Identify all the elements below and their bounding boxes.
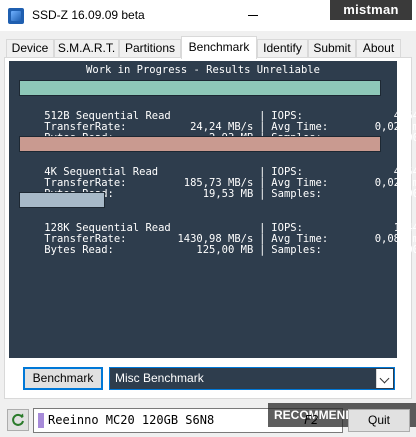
tab-submit[interactable]: Submit: [308, 39, 356, 58]
tab-benchmark[interactable]: Benchmark: [181, 36, 257, 59]
device-name: Reeinno MC20 120GB S6N8: [48, 413, 215, 427]
bytes-read-value: 125,00 MB: [196, 244, 254, 256]
tab-smart[interactable]: S.M.A.R.T.: [54, 39, 119, 58]
tab-about[interactable]: About: [356, 39, 401, 58]
bytes-read-label: Bytes Read:: [44, 244, 114, 256]
chevron-down-icon[interactable]: [376, 369, 393, 388]
samples-label: Samples:: [271, 244, 322, 256]
minimize-button[interactable]: [230, 0, 276, 31]
tab-device[interactable]: Device: [6, 39, 54, 58]
app-icon: [8, 8, 24, 24]
benchmark-type-select[interactable]: Misc Benchmark: [109, 367, 395, 390]
window-title: SSD-Z 16.09.09 beta: [32, 8, 145, 22]
test-row: Bytes Read:125,00 MB|Samples:1000: [19, 234, 416, 267]
progress-bar-4k: [19, 136, 381, 152]
console-header: Work in Progress - Results Unreliable: [86, 64, 320, 76]
progress-bar-512b: [19, 80, 381, 96]
tab-bar: Device S.M.A.R.T. Partitions Benchmark I…: [4, 36, 412, 59]
benchmark-console: Work in Progress - Results Unreliable 51…: [9, 61, 416, 358]
benchmark-type-value: Misc Benchmark: [115, 371, 204, 385]
tab-identify[interactable]: Identify: [257, 39, 308, 58]
samples-value: 1000: [400, 244, 416, 256]
watermark-top: mistman: [330, 0, 412, 20]
device-color-swatch: [38, 413, 44, 428]
tab-partitions[interactable]: Partitions: [119, 39, 181, 58]
samples-value: 5000: [400, 188, 416, 200]
benchmark-button[interactable]: Benchmark: [23, 367, 103, 390]
refresh-button[interactable]: [7, 409, 29, 431]
refresh-icon: [12, 413, 24, 426]
quit-button[interactable]: Quit: [348, 409, 410, 432]
bytes-read-value: 19,53 MB: [202, 188, 254, 200]
samples-label: Samples:: [271, 188, 322, 200]
progress-bar-128k: [19, 192, 105, 208]
title-bar: SSD-Z 16.09.09 beta mistman: [0, 0, 416, 31]
drive-letter: F2: [304, 413, 319, 427]
